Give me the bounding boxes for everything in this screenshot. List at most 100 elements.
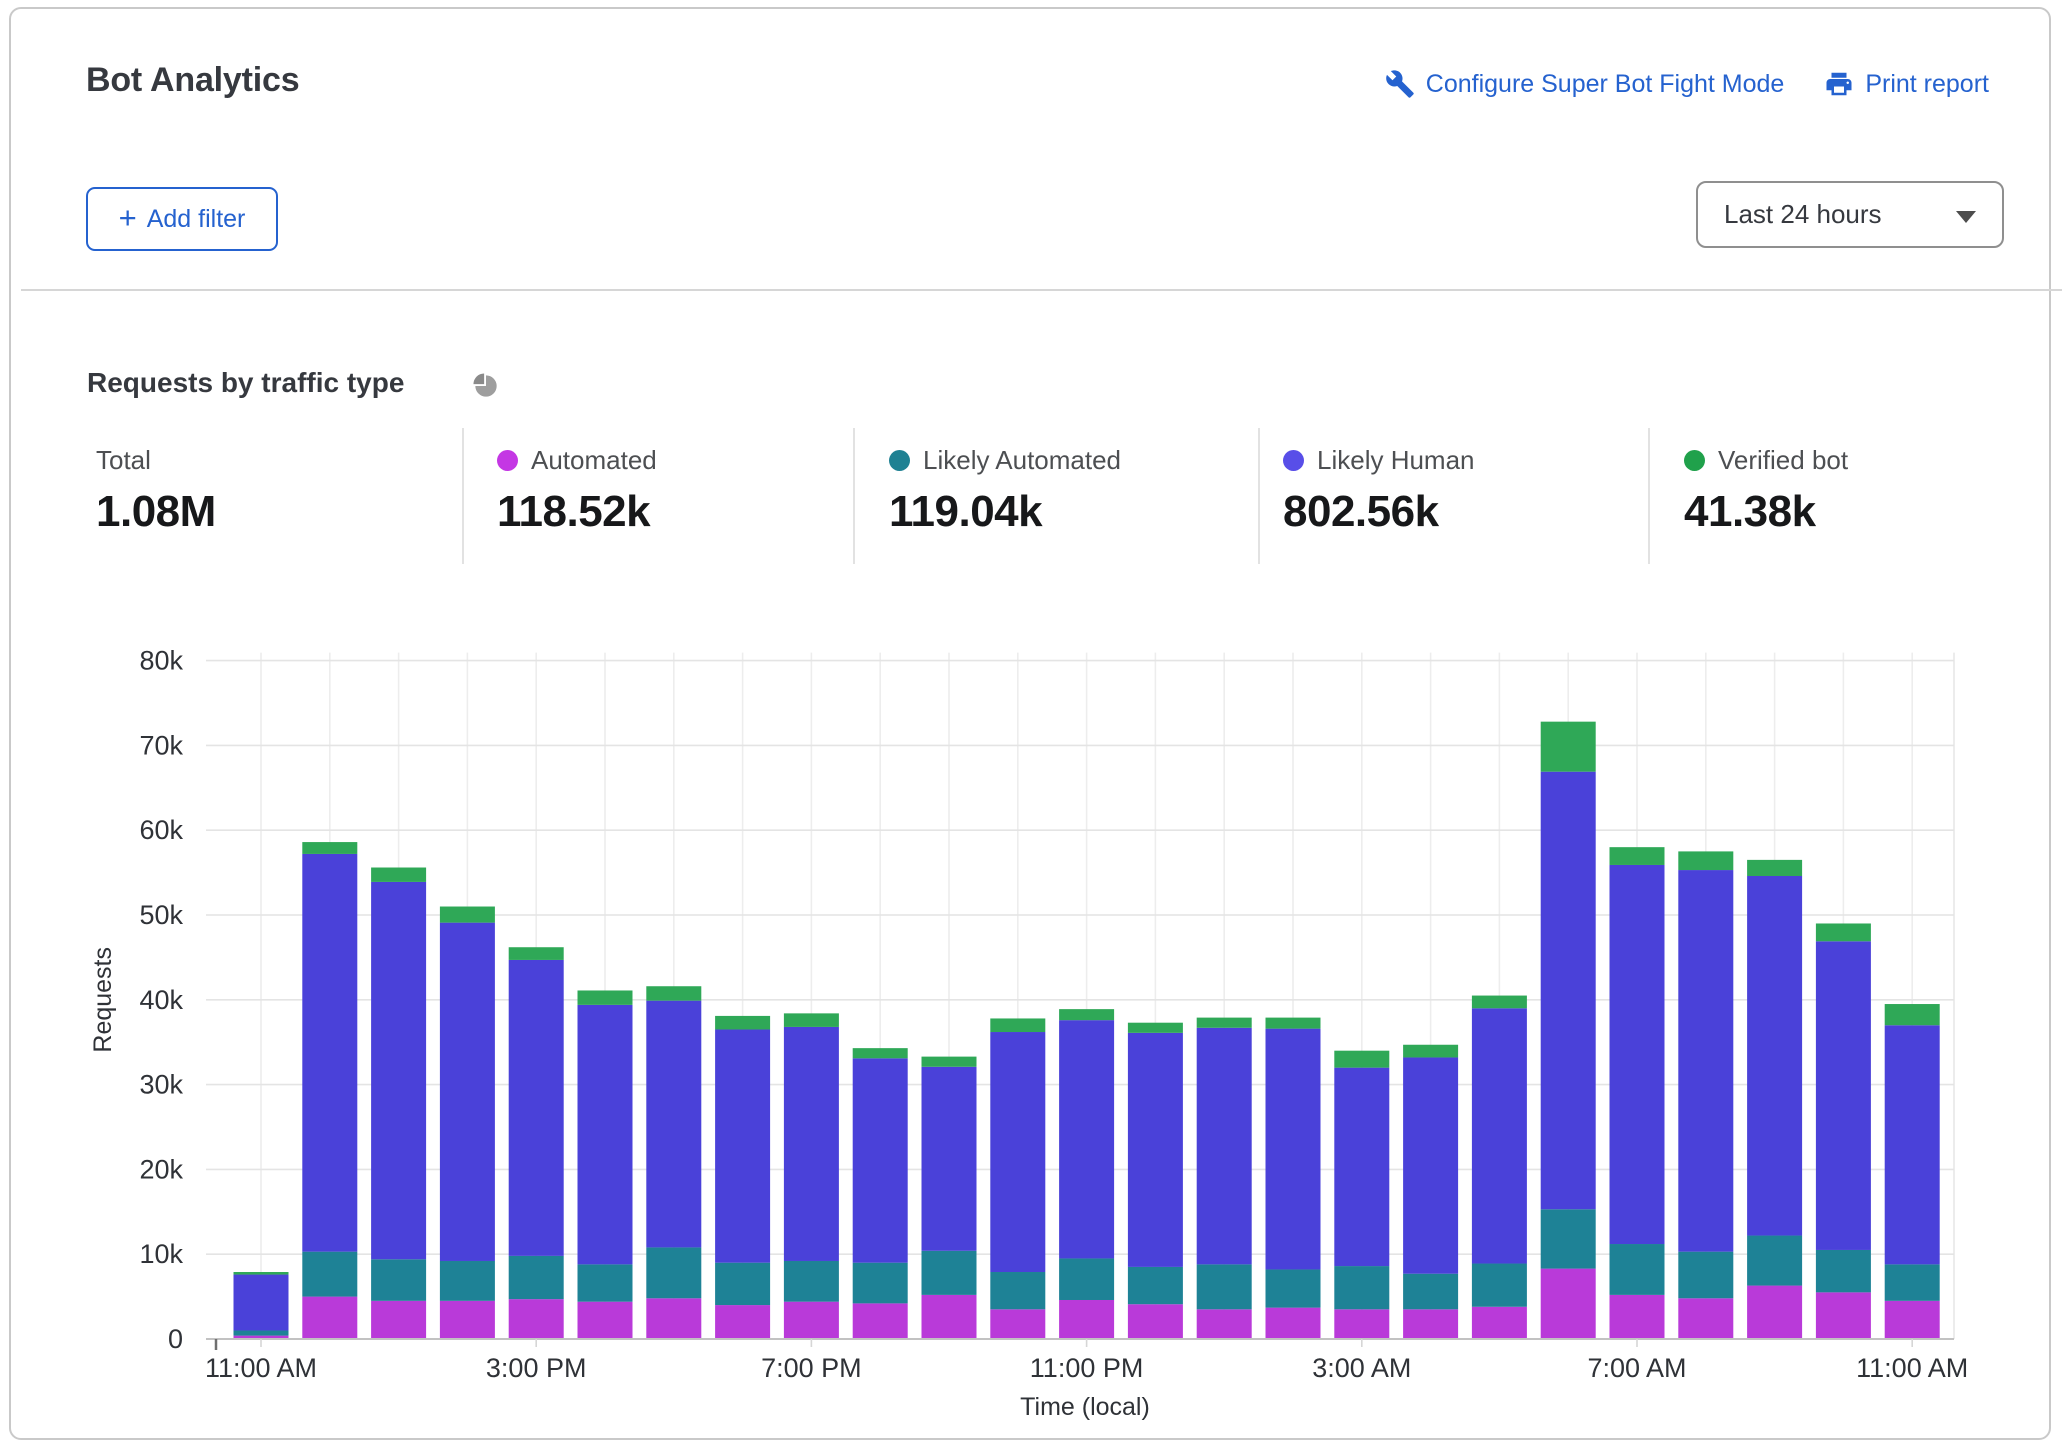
time-range-select[interactable]: Last 24 hours (1696, 181, 2004, 248)
bar-segment-automated[interactable] (1541, 1269, 1596, 1339)
bar-segment-likely-human[interactable] (1403, 1057, 1458, 1273)
bar-segment-likely-human[interactable] (1816, 941, 1871, 1250)
bar-segment-likely-automated[interactable] (715, 1263, 770, 1305)
bar-segment-likely-automated[interactable] (1678, 1252, 1733, 1299)
bar-segment-automated[interactable] (1472, 1307, 1527, 1339)
bar-segment-verified-bot[interactable] (922, 1057, 977, 1067)
bar-segment-automated[interactable] (1197, 1309, 1252, 1339)
bar-segment-verified-bot[interactable] (1334, 1051, 1389, 1068)
bar-segment-verified-bot[interactable] (302, 842, 357, 854)
bar-segment-verified-bot[interactable] (1678, 851, 1733, 870)
bar-segment-likely-human[interactable] (1334, 1068, 1389, 1266)
bar-segment-automated[interactable] (1128, 1304, 1183, 1339)
bar-segment-likely-human[interactable] (1266, 1029, 1321, 1270)
configure-super-bot-fight-mode-link[interactable]: Configure Super Bot Fight Mode (1385, 69, 1785, 99)
bar-segment-likely-human[interactable] (578, 1005, 633, 1264)
bar-segment-likely-human[interactable] (715, 1029, 770, 1262)
bar-segment-verified-bot[interactable] (1059, 1009, 1114, 1020)
bar-segment-automated[interactable] (1747, 1286, 1802, 1339)
bar-segment-automated[interactable] (1266, 1308, 1321, 1339)
bar-segment-likely-human[interactable] (646, 1001, 701, 1248)
bar-segment-verified-bot[interactable] (1472, 996, 1527, 1009)
bar-segment-verified-bot[interactable] (509, 947, 564, 960)
bar-segment-verified-bot[interactable] (1885, 1004, 1940, 1025)
bar-segment-likely-automated[interactable] (440, 1261, 495, 1301)
bar-segment-automated[interactable] (784, 1302, 839, 1339)
bar-segment-verified-bot[interactable] (1128, 1023, 1183, 1033)
bar-segment-verified-bot[interactable] (784, 1013, 839, 1027)
bar-segment-verified-bot[interactable] (1266, 1018, 1321, 1029)
bar-segment-likely-automated[interactable] (1472, 1264, 1527, 1307)
bar-segment-verified-bot[interactable] (234, 1272, 289, 1275)
bar-segment-likely-human[interactable] (1128, 1033, 1183, 1267)
bar-segment-verified-bot[interactable] (1197, 1018, 1252, 1028)
bar-segment-automated[interactable] (922, 1295, 977, 1339)
bar-segment-likely-automated[interactable] (1128, 1267, 1183, 1304)
bar-segment-verified-bot[interactable] (578, 990, 633, 1004)
bar-segment-verified-bot[interactable] (1541, 722, 1596, 772)
bar-segment-likely-automated[interactable] (1610, 1244, 1665, 1295)
bar-segment-likely-automated[interactable] (1747, 1236, 1802, 1286)
bar-segment-verified-bot[interactable] (1816, 923, 1871, 941)
bar-segment-automated[interactable] (1610, 1295, 1665, 1339)
bar-segment-automated[interactable] (440, 1301, 495, 1339)
bar-segment-likely-automated[interactable] (1885, 1264, 1940, 1300)
bar-segment-likely-automated[interactable] (1334, 1266, 1389, 1309)
bar-segment-automated[interactable] (1678, 1298, 1733, 1339)
print-report-link[interactable]: Print report (1824, 69, 1989, 99)
bar-segment-likely-automated[interactable] (853, 1263, 908, 1304)
bar-segment-verified-bot[interactable] (990, 1018, 1045, 1032)
bar-segment-likely-human[interactable] (1541, 772, 1596, 1210)
bar-segment-likely-automated[interactable] (990, 1272, 1045, 1309)
bar-segment-automated[interactable] (853, 1303, 908, 1339)
bar-segment-likely-human[interactable] (440, 923, 495, 1261)
bar-segment-likely-automated[interactable] (578, 1264, 633, 1301)
bar-segment-likely-human[interactable] (1197, 1028, 1252, 1265)
bar-segment-likely-automated[interactable] (1541, 1209, 1596, 1268)
bar-segment-likely-human[interactable] (1059, 1020, 1114, 1258)
bar-segment-likely-automated[interactable] (922, 1251, 977, 1295)
bar-segment-likely-automated[interactable] (509, 1256, 564, 1299)
bar-segment-likely-human[interactable] (509, 960, 564, 1256)
bar-segment-automated[interactable] (509, 1299, 564, 1339)
bar-segment-likely-human[interactable] (371, 882, 426, 1259)
bar-segment-verified-bot[interactable] (1747, 860, 1802, 876)
bar-segment-automated[interactable] (990, 1309, 1045, 1339)
bar-segment-likely-automated[interactable] (1197, 1264, 1252, 1309)
bar-segment-likely-automated[interactable] (784, 1261, 839, 1302)
bar-segment-verified-bot[interactable] (1610, 847, 1665, 865)
bar-segment-automated[interactable] (371, 1301, 426, 1339)
bar-segment-likely-human[interactable] (302, 854, 357, 1252)
bar-segment-automated[interactable] (1816, 1292, 1871, 1339)
bar-segment-likely-human[interactable] (853, 1058, 908, 1262)
bar-segment-likely-automated[interactable] (234, 1331, 289, 1336)
bar-segment-likely-human[interactable] (784, 1027, 839, 1261)
bar-segment-likely-human[interactable] (1610, 865, 1665, 1244)
bar-segment-automated[interactable] (1334, 1309, 1389, 1339)
bar-segment-likely-human[interactable] (990, 1032, 1045, 1272)
bar-segment-likely-human[interactable] (1472, 1008, 1527, 1263)
bar-segment-verified-bot[interactable] (440, 907, 495, 923)
bar-segment-likely-human[interactable] (922, 1067, 977, 1251)
bar-segment-automated[interactable] (1403, 1309, 1458, 1339)
bar-segment-automated[interactable] (715, 1305, 770, 1339)
bar-segment-verified-bot[interactable] (1403, 1045, 1458, 1058)
bar-segment-likely-human[interactable] (234, 1275, 289, 1331)
bar-segment-verified-bot[interactable] (853, 1048, 908, 1058)
bar-segment-likely-human[interactable] (1747, 876, 1802, 1236)
bar-segment-automated[interactable] (1885, 1301, 1940, 1339)
bar-segment-verified-bot[interactable] (646, 986, 701, 1000)
bar-segment-likely-automated[interactable] (371, 1259, 426, 1301)
bar-segment-likely-automated[interactable] (1059, 1258, 1114, 1300)
bar-segment-likely-automated[interactable] (302, 1252, 357, 1297)
bar-segment-automated[interactable] (646, 1298, 701, 1339)
bar-segment-automated[interactable] (1059, 1300, 1114, 1339)
bar-segment-likely-automated[interactable] (1266, 1269, 1321, 1307)
add-filter-button[interactable]: + Add filter (86, 187, 278, 251)
bar-segment-automated[interactable] (302, 1297, 357, 1339)
bar-segment-likely-automated[interactable] (1403, 1274, 1458, 1310)
bar-segment-likely-automated[interactable] (646, 1247, 701, 1298)
bar-segment-automated[interactable] (578, 1302, 633, 1339)
bar-segment-verified-bot[interactable] (715, 1016, 770, 1030)
bar-segment-likely-human[interactable] (1885, 1025, 1940, 1264)
